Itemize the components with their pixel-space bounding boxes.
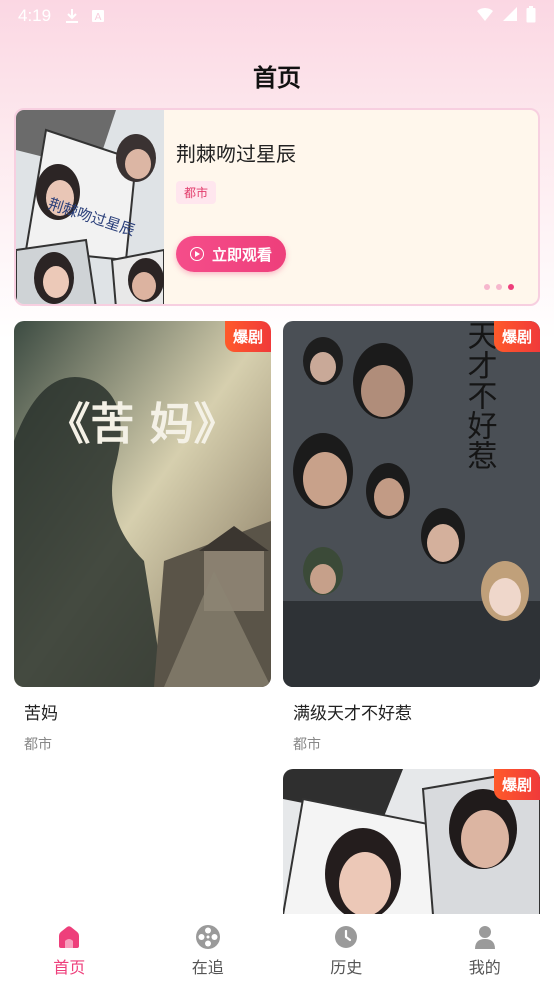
battery-icon	[526, 5, 536, 27]
banner-info: 荆棘吻过星辰 都市	[176, 138, 296, 204]
page-title: 首页	[253, 64, 301, 92]
banner-tag: 都市	[176, 181, 217, 204]
carousel-dot-active[interactable]	[508, 284, 514, 290]
download-icon	[65, 8, 79, 24]
nav-label-following: 在追	[191, 958, 224, 977]
hot-badge: 爆剧	[224, 321, 271, 352]
carousel-dot[interactable]	[496, 284, 502, 290]
card-title[interactable]: 满级天才不好惹	[283, 699, 540, 724]
nav-item-following[interactable]: 在追	[139, 914, 278, 984]
drama-card[interactable]: 爆剧	[283, 769, 540, 915]
bottom-nav: 首页 在追 历史 我的	[0, 914, 554, 984]
carousel-dot[interactable]	[484, 284, 490, 290]
card-poster-text: 满级天才不好惹	[462, 321, 498, 470]
drama-card[interactable]: 《苦 妈》 爆剧 苦妈 都市	[14, 321, 271, 754]
status-bar: 4:19 A	[0, 0, 554, 32]
card-poster-text: 《苦 妈》	[46, 399, 237, 450]
banner-poster[interactable]: 荆棘吻过星辰	[16, 110, 164, 304]
nav-item-home[interactable]: 首页	[0, 914, 139, 984]
card-poster[interactable]: 爆剧	[283, 769, 540, 915]
card-poster[interactable]: 《苦 妈》 爆剧	[14, 321, 271, 687]
home-icon	[59, 926, 80, 948]
hot-badge: 爆剧	[493, 769, 540, 800]
featured-banner[interactable]: 荆棘吻过星辰 荆棘吻过星辰 都市 立即观看	[14, 108, 540, 306]
watch-now-button[interactable]: 立即观看	[176, 236, 286, 272]
nav-label-history: 历史	[330, 958, 363, 977]
wifi-icon	[476, 6, 494, 26]
a-box-icon: A	[91, 9, 105, 23]
user-icon	[474, 926, 495, 949]
card-poster[interactable]: 满级天才不好惹 爆剧	[283, 321, 540, 687]
nav-item-profile[interactable]: 我的	[416, 914, 554, 984]
nav-label-profile: 我的	[468, 958, 501, 977]
status-time: 4:19	[18, 6, 52, 25]
play-icon	[189, 247, 204, 261]
hot-badge: 爆剧	[493, 321, 540, 352]
signal-icon	[502, 6, 518, 26]
clock-icon	[335, 926, 358, 948]
film-reel-icon	[195, 925, 220, 949]
nav-label-home: 首页	[53, 958, 86, 977]
card-tag: 都市	[293, 737, 321, 753]
banner-title[interactable]: 荆棘吻过星辰	[176, 138, 296, 167]
carousel-dots	[484, 284, 514, 290]
card-title[interactable]: 苦妈	[14, 699, 271, 724]
card-tag: 都市	[24, 737, 52, 753]
nav-item-history[interactable]: 历史	[277, 914, 416, 984]
drama-card[interactable]: 满级天才不好惹 爆剧 满级天才不好惹 都市	[283, 321, 540, 754]
watch-now-label: 立即观看	[211, 245, 272, 264]
svg-text:A: A	[95, 12, 102, 23]
